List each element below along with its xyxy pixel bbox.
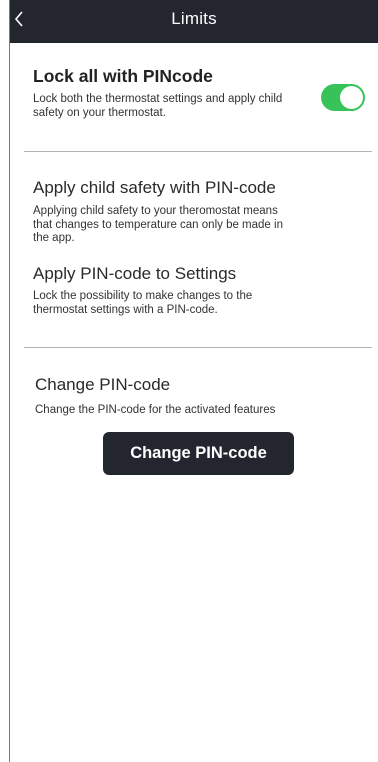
child-safety-description-line-2: that changes to temperature can only be … bbox=[33, 218, 283, 231]
settings-pin-description: Lock the possibility to make changes to … bbox=[33, 290, 252, 317]
child-safety-description-line-1: Applying child safety to your theromosta… bbox=[33, 205, 278, 217]
change-pin-description: Change the PIN-code for the activated fe… bbox=[35, 404, 276, 416]
child-safety-description-line-3: the app. bbox=[33, 232, 75, 244]
divider-1 bbox=[24, 151, 372, 152]
change-pin-button[interactable]: Change PIN-code bbox=[103, 432, 294, 475]
lock-all-description-line-2: safety on your thermostat. bbox=[33, 106, 166, 119]
settings-pin-description-line-1: Lock the possibility to make changes to … bbox=[33, 290, 253, 302]
settings-pin-title: Apply PIN-code to Settings bbox=[33, 264, 237, 283]
divider-2 bbox=[24, 347, 372, 348]
limits-screen: Limits Lock all with PINcode Lock both t… bbox=[0, 0, 378, 762]
change-pin-title: Change PIN-code bbox=[35, 375, 171, 394]
lock-all-toggle[interactable] bbox=[321, 84, 365, 111]
lock-all-title: Lock all with PINcode bbox=[33, 66, 213, 86]
settings-pin-description-line-2: thermostat settings with a PIN-code. bbox=[33, 303, 218, 316]
lock-all-description: Lock both the thermostat settings and ap… bbox=[33, 93, 282, 120]
nav-bar: Limits bbox=[10, 0, 378, 43]
page-title: Limits bbox=[171, 9, 217, 28]
lock-all-description-line-1: Lock both the thermostat settings and ap… bbox=[33, 93, 283, 105]
child-safety-title: Apply child safety with PIN-code bbox=[33, 178, 276, 197]
left-frame-border bbox=[9, 0, 10, 762]
child-safety-description: Applying child safety to your theromosta… bbox=[33, 205, 283, 246]
toggle-knob bbox=[340, 86, 363, 109]
